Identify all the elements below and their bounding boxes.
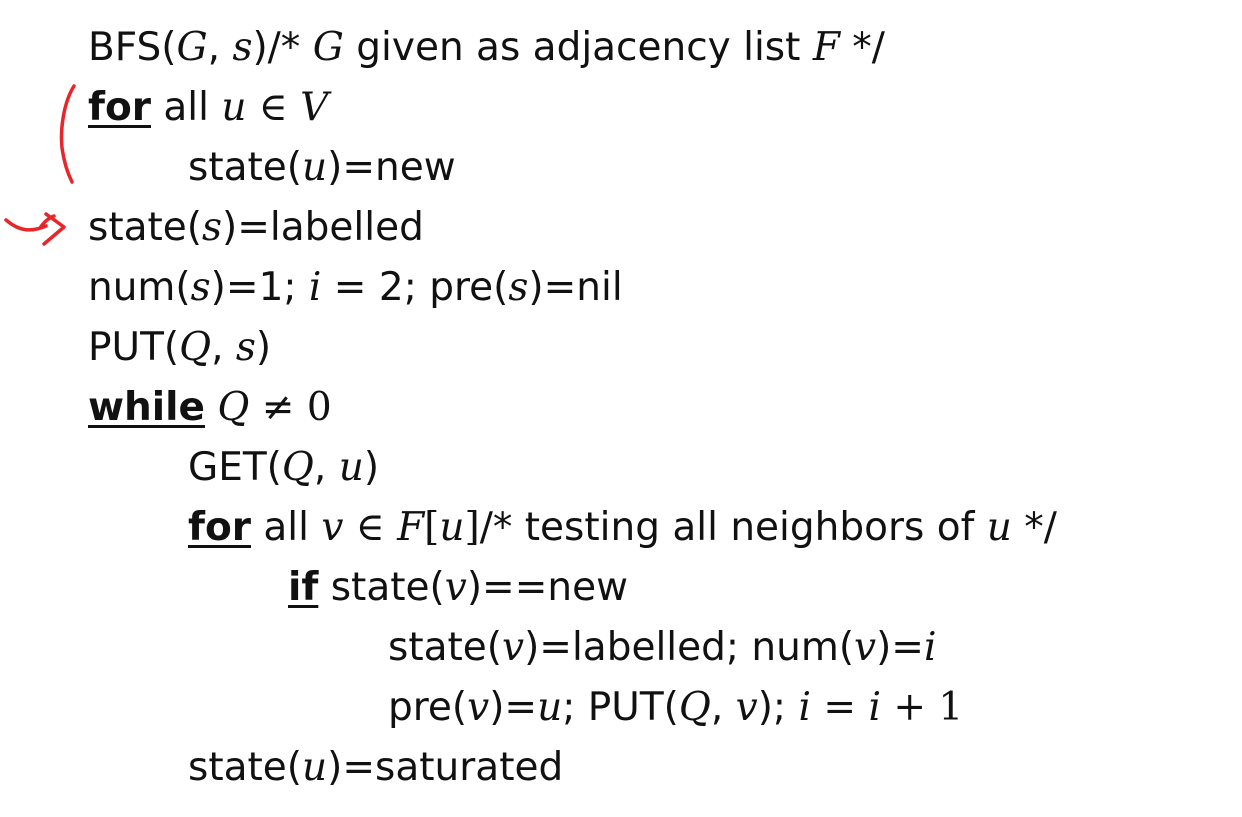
text bbox=[205, 385, 217, 430]
math-var: v bbox=[321, 505, 344, 550]
math-var: G bbox=[176, 25, 208, 70]
text: state( bbox=[388, 625, 503, 670]
code-line-pre-v-put: pre(v)=u; PUT(Q, v); i = i + 1 bbox=[388, 688, 963, 727]
text: PUT( bbox=[88, 325, 180, 370]
text: )==new bbox=[466, 565, 628, 610]
math-var: Q bbox=[678, 685, 711, 730]
math-var: s bbox=[202, 205, 223, 250]
math-var: u bbox=[986, 505, 1012, 550]
math-var: s bbox=[232, 25, 253, 70]
keyword-for: for bbox=[88, 85, 151, 130]
code-line-get-q-u: GET(Q, u) bbox=[188, 448, 379, 487]
text: GET( bbox=[188, 445, 282, 490]
code-line-for-all-v: for all v ∈ F[u]/* testing all neighbors… bbox=[188, 508, 1057, 547]
math-var: v bbox=[735, 685, 758, 730]
text: num( bbox=[88, 265, 191, 310]
text: )=new bbox=[327, 145, 456, 190]
text: state( bbox=[318, 565, 445, 610]
text: )=saturated bbox=[327, 745, 564, 790]
math-var: i bbox=[798, 685, 811, 730]
text: all bbox=[251, 505, 322, 550]
text: state( bbox=[188, 145, 303, 190]
math-var: v bbox=[444, 565, 467, 610]
code-line-state-u-new: state(u)=new bbox=[188, 148, 456, 187]
math-var: i bbox=[924, 625, 937, 670]
math-var: s bbox=[508, 265, 529, 310]
keyword-while: while bbox=[88, 385, 205, 430]
math-var: s bbox=[190, 265, 211, 310]
math-op: [ bbox=[424, 505, 440, 550]
text: pre( bbox=[388, 685, 468, 730]
text: ); bbox=[757, 685, 799, 730]
math-var: i bbox=[308, 265, 322, 310]
math-var: u bbox=[439, 505, 465, 550]
math-op: ≠ 0 bbox=[249, 385, 332, 430]
math-var: G bbox=[312, 25, 344, 70]
math-var: Q bbox=[179, 325, 212, 370]
bracket-mark bbox=[59, 84, 76, 184]
code-line-if-state-v-new: if state(v)==new bbox=[288, 568, 628, 607]
math-var: V bbox=[300, 85, 329, 130]
text: )=labelled; num( bbox=[524, 625, 855, 670]
text: state( bbox=[88, 205, 203, 250]
code-line-while: while Q ≠ 0 bbox=[88, 388, 332, 427]
text: ) bbox=[252, 25, 268, 70]
text: all bbox=[151, 85, 222, 130]
keyword-for: for bbox=[188, 505, 251, 550]
text: state( bbox=[188, 745, 303, 790]
text: )=1; bbox=[210, 265, 309, 310]
comment-text: given as adjacency list bbox=[343, 25, 813, 70]
math-var: Q bbox=[281, 445, 314, 490]
code-line-bfs-signature: BFS(G, s)/* G given as adjacency list F … bbox=[88, 28, 885, 67]
math-var: u bbox=[221, 85, 247, 130]
text: )=labelled bbox=[222, 205, 424, 250]
math-var: u bbox=[302, 745, 328, 790]
code-line-state-s-labelled: state(s)=labelled bbox=[88, 208, 424, 247]
text: )= bbox=[876, 625, 924, 670]
code-line-put-q-s: PUT(Q, s) bbox=[88, 328, 271, 367]
text: = 2; pre( bbox=[321, 265, 509, 310]
math-op: ∈ bbox=[246, 85, 301, 130]
keyword-if: if bbox=[288, 565, 319, 610]
math-var: v bbox=[854, 625, 877, 670]
math-op: ] bbox=[464, 505, 480, 550]
comment-text: /* testing all neighbors of bbox=[479, 505, 987, 550]
comment-text: */ bbox=[839, 25, 885, 70]
math-op: + 1 bbox=[880, 685, 964, 730]
math-var: F bbox=[397, 505, 425, 550]
code-line-state-v-labelled: state(v)=labelled; num(v)=i bbox=[388, 628, 936, 667]
math-var: F bbox=[812, 25, 840, 70]
math-var: u bbox=[338, 445, 364, 490]
code-line-state-u-saturated: state(u)=saturated bbox=[188, 748, 563, 787]
math-var: s bbox=[235, 325, 256, 370]
comment-text: */ bbox=[1011, 505, 1057, 550]
text: )=nil bbox=[528, 265, 623, 310]
math-var: v bbox=[502, 625, 525, 670]
math-var: Q bbox=[217, 385, 250, 430]
math-var: v bbox=[467, 685, 490, 730]
text: ) bbox=[363, 445, 380, 490]
text: ) bbox=[255, 325, 272, 370]
math-op: = bbox=[810, 685, 869, 730]
math-var: i bbox=[868, 685, 881, 730]
text: , bbox=[207, 25, 233, 70]
text: , bbox=[211, 325, 236, 370]
code-line-num-init: num(s)=1; i = 2; pre(s)=nil bbox=[88, 268, 623, 307]
math-op: ∈ bbox=[343, 505, 398, 550]
math-var: u bbox=[302, 145, 328, 190]
text: , bbox=[313, 445, 339, 490]
text: , bbox=[710, 685, 736, 730]
math-var: u bbox=[537, 685, 563, 730]
text: )= bbox=[489, 685, 538, 730]
code-line-for-all-u: for all u ∈ V bbox=[88, 88, 328, 127]
comment-text: /* bbox=[267, 25, 313, 70]
slide: BFS(G, s)/* G given as adjacency list F … bbox=[0, 0, 1242, 817]
text: BFS( bbox=[88, 25, 177, 70]
text: ; PUT( bbox=[562, 685, 679, 730]
arrow-icon bbox=[4, 212, 66, 246]
